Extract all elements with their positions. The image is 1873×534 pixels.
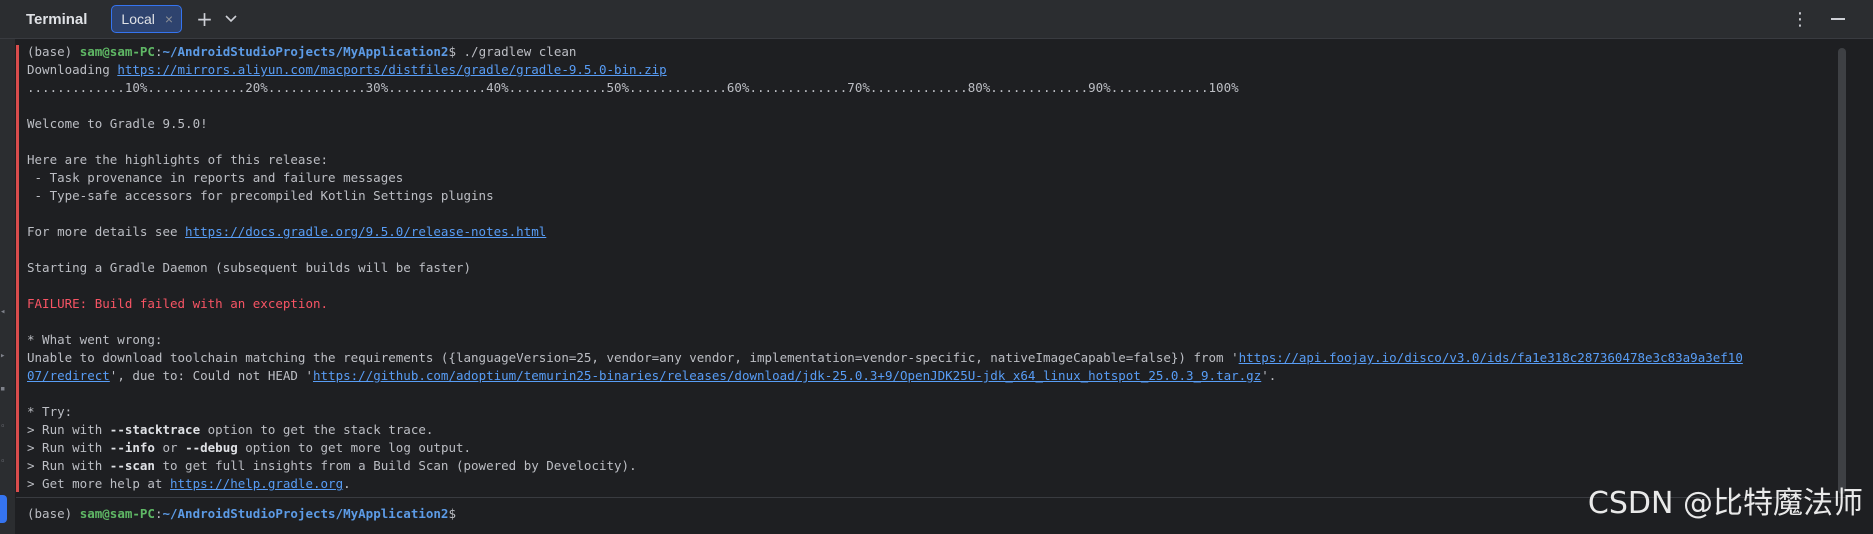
error-line: Unable to download toolchain matching th…	[27, 350, 1743, 365]
downloading-line: Downloading https://mirrors.aliyun.com/m…	[27, 62, 667, 77]
try-item: > Get more help at https://help.gradle.o…	[27, 476, 351, 491]
watermark: CSDN @比特魔法师	[1587, 486, 1863, 521]
try-heading: * Try:	[27, 404, 73, 419]
try-item: > Run with --info or --debug option to g…	[27, 440, 472, 455]
highlight-item: - Type-safe accessors for precompiled Ko…	[27, 188, 494, 203]
terminal-output: (base) sam@sam-PC:~/AndroidStudioProject…	[27, 43, 1842, 493]
try-item: > Run with --scan to get full insights f…	[27, 458, 637, 473]
welcome-line: Welcome to Gradle 9.5.0!	[27, 116, 208, 131]
release-notes-link[interactable]: https://docs.gradle.org/9.5.0/release-no…	[185, 224, 546, 239]
strip-icon[interactable]: ◦	[0, 457, 8, 467]
foojay-link[interactable]: https://api.foojay.io/disco/v3.0/ids/fa1…	[1239, 350, 1743, 365]
input-prompt[interactable]: (base) sam@sam-PC:~/AndroidStudioProject…	[27, 505, 456, 523]
block-separator	[16, 497, 1856, 498]
error-block-marker	[16, 45, 19, 492]
plus-icon[interactable]: +	[196, 9, 213, 29]
try-item: > Run with --stacktrace option to get th…	[27, 422, 434, 437]
left-tool-strip: ◂ ▸ ▪ ◦ ◦	[0, 39, 15, 534]
terminal-toolbar: Terminal Local × + ⋮	[0, 0, 1873, 39]
daemon-line: Starting a Gradle Daemon (subsequent bui…	[27, 260, 472, 275]
strip-icon[interactable]: ◂	[0, 307, 8, 317]
went-wrong-heading: * What went wrong:	[27, 332, 163, 347]
close-icon[interactable]: ×	[165, 11, 173, 27]
strip-icon[interactable]: ▪	[0, 384, 8, 394]
tab-local[interactable]: Local ×	[111, 5, 183, 33]
minimize-icon[interactable]	[1831, 18, 1845, 20]
highlight-item: - Task provenance in reports and failure…	[27, 170, 404, 185]
strip-icon[interactable]: ◦	[0, 422, 8, 432]
download-link[interactable]: https://mirrors.aliyun.com/macports/dist…	[117, 62, 666, 77]
terminal-strip-icon-active[interactable]	[0, 495, 7, 523]
tool-window-title: Terminal	[26, 10, 88, 28]
chevron-down-icon[interactable]	[225, 15, 237, 23]
more-options-icon[interactable]: ⋮	[1791, 9, 1809, 30]
failure-message: FAILURE: Build failed with an exception.	[27, 296, 329, 311]
github-link[interactable]: https://github.com/adoptium/temurin25-bi…	[313, 368, 1261, 383]
strip-icon[interactable]: ▸	[0, 351, 8, 361]
progress-line: .............10%.............20%........…	[27, 80, 1239, 95]
details-line: For more details see https://docs.gradle…	[27, 224, 547, 239]
error-line: 07/redirect', due to: Could not HEAD 'ht…	[27, 368, 1277, 383]
tab-label: Local	[121, 11, 155, 27]
foojay-link-continued[interactable]: 07/redirect	[27, 368, 110, 383]
highlights-heading: Here are the highlights of this release:	[27, 152, 329, 167]
command-line: (base) sam@sam-PC:~/AndroidStudioProject…	[27, 44, 577, 59]
help-link[interactable]: https://help.gradle.org	[170, 476, 343, 491]
